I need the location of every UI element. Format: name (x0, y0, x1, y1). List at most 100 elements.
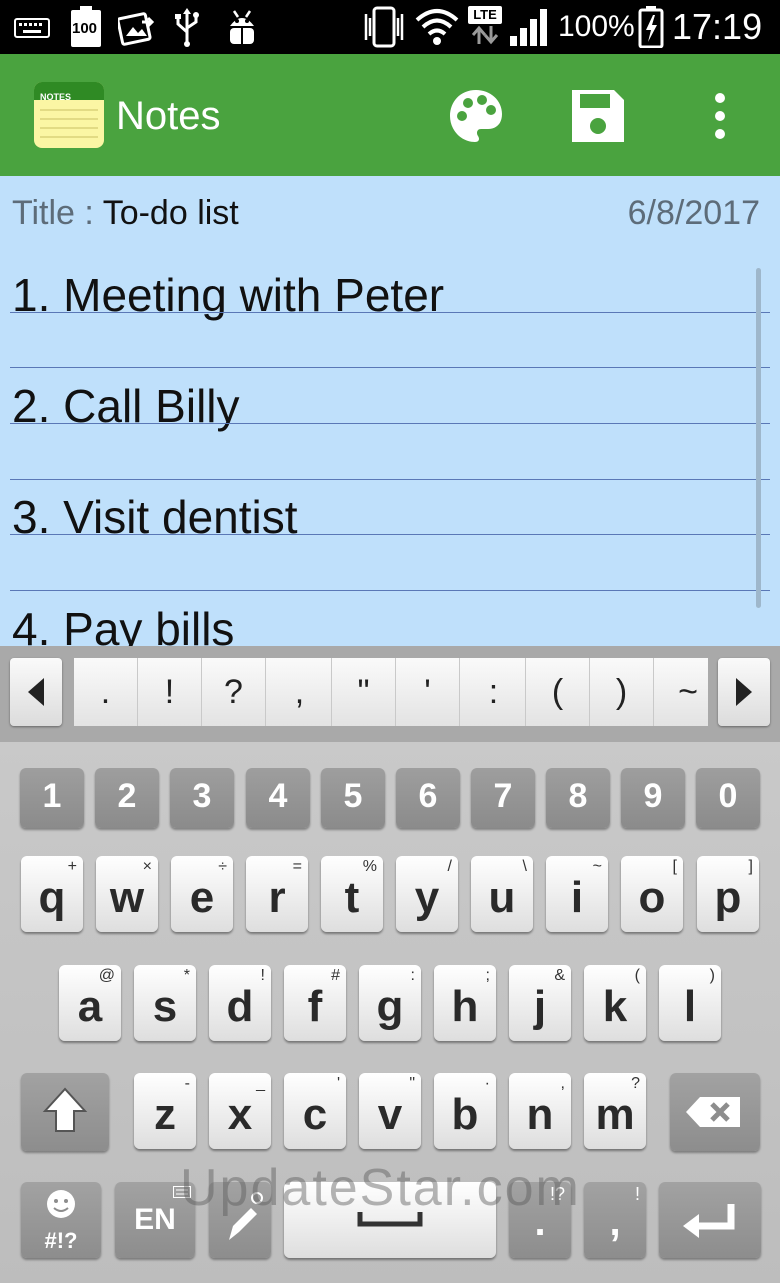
key-label: p (714, 873, 742, 922)
shift-key[interactable] (21, 1073, 109, 1151)
letter-key-h[interactable]: h; (434, 965, 496, 1041)
symbol-key[interactable]: ? (202, 658, 266, 726)
key-secondary: _ (256, 1075, 265, 1092)
number-key[interactable]: 7 (471, 768, 535, 828)
key-label: h (451, 982, 479, 1031)
letter-key-e[interactable]: e ÷ (171, 856, 233, 932)
number-key[interactable]: 9 (621, 768, 685, 828)
letter-key-o[interactable]: o[ (621, 856, 683, 932)
symbol-key[interactable]: , (268, 658, 332, 726)
palette-icon[interactable] (446, 86, 506, 146)
note-title-row[interactable]: Title : To-do list (12, 194, 239, 233)
signal-icon (510, 9, 547, 46)
letter-key-l[interactable]: l) (659, 965, 721, 1041)
letter-key-m[interactable]: m? (584, 1073, 646, 1149)
backspace-icon (686, 1097, 740, 1127)
note-title-value[interactable]: To-do list (103, 194, 239, 232)
key-label: m (595, 1090, 635, 1139)
symbol-key[interactable]: : (462, 658, 526, 726)
key-label: b (451, 1090, 479, 1139)
key-secondary: * (183, 967, 190, 984)
number-key[interactable]: 2 (95, 768, 159, 828)
key-label: e (189, 873, 215, 922)
letter-key-q[interactable]: q + (21, 856, 83, 932)
key-label: g (376, 982, 404, 1031)
number-key[interactable]: 8 (546, 768, 610, 828)
key-secondary: ~ (592, 858, 602, 875)
letter-key-b[interactable]: b · (434, 1073, 496, 1149)
save-icon[interactable] (568, 86, 628, 146)
symbol-key[interactable]: . (74, 658, 138, 726)
symbol-key[interactable]: ) (590, 658, 654, 726)
symbol-key[interactable]: ' (396, 658, 460, 726)
letter-key-r[interactable]: r = (246, 856, 308, 932)
letter-key-f[interactable]: f # (284, 965, 346, 1041)
more-options-icon[interactable] (690, 86, 750, 146)
strip-scroll-right-button[interactable] (718, 658, 770, 726)
key-secondary: ) (709, 967, 715, 984)
symbol-key[interactable]: ! (138, 658, 202, 726)
note-line[interactable]: 1. Meeting with Peter (12, 268, 444, 322)
note-scrollbar[interactable] (756, 268, 761, 608)
shift-icon (42, 1087, 88, 1132)
app-bar: NOTES Notes (0, 54, 780, 176)
backspace-key[interactable] (670, 1073, 760, 1151)
letter-key-v[interactable]: v " (359, 1073, 421, 1149)
letter-key-z[interactable]: z- (134, 1073, 196, 1149)
key-secondary: - (184, 1075, 190, 1092)
strip-scroll-left-button[interactable] (10, 658, 62, 726)
letter-key-i[interactable]: i ~ (546, 856, 608, 932)
note-editor[interactable]: Title : To-do list 6/8/2017 1. Meeting w… (0, 176, 780, 646)
key-secondary: · (484, 1075, 490, 1092)
letter-key-d[interactable]: d! (209, 965, 271, 1041)
letter-key-c[interactable]: c ' (284, 1073, 346, 1149)
letter-key-y[interactable]: y / (396, 856, 458, 932)
key-secondary: ? (631, 1075, 640, 1092)
key-label: r (268, 873, 286, 922)
symbol-key[interactable]: ( (526, 658, 590, 726)
letter-key-s[interactable]: s * (134, 965, 196, 1041)
letter-key-p[interactable]: p] (697, 856, 759, 932)
key-secondary: , (560, 1075, 565, 1092)
number-key[interactable]: 5 (321, 768, 385, 828)
symbol-key[interactable]: ~ (656, 658, 720, 726)
symbol-strip: . ! ? , " ' : ( ) ~ (0, 646, 780, 742)
letter-key-a[interactable]: a @ (59, 965, 121, 1041)
letter-key-k[interactable]: k( (584, 965, 646, 1041)
keyboard-icon (14, 18, 50, 38)
number-key[interactable]: 3 (170, 768, 234, 828)
note-line[interactable]: 4. Pay bills (12, 602, 234, 646)
app-title: Notes (116, 94, 221, 138)
letter-key-j[interactable]: j & (509, 965, 571, 1041)
letter-key-x[interactable]: x _ (209, 1073, 271, 1149)
number-key[interactable]: 1 (20, 768, 84, 828)
key-secondary: ! (260, 967, 265, 984)
battery-percent: 100% (558, 10, 635, 43)
ruled-line (10, 312, 770, 313)
number-key[interactable]: 0 (696, 768, 760, 828)
enter-key[interactable] (659, 1182, 761, 1258)
status-bar: 100 LTE 100% 17:19 (0, 0, 780, 54)
key-secondary: + (67, 858, 77, 875)
letter-key-w[interactable]: w × (96, 856, 158, 932)
battery-level-badge: 100 (72, 20, 98, 37)
comma-key[interactable]: ! , (584, 1182, 646, 1258)
letter-key-g[interactable]: g: (359, 965, 421, 1041)
key-label: u (488, 873, 516, 922)
key-secondary: : (410, 967, 415, 984)
key-label: f (307, 982, 323, 1031)
letter-key-t[interactable]: t% (321, 856, 383, 932)
key-secondary: & (554, 967, 565, 984)
notes-logo-icon[interactable] (34, 80, 104, 150)
number-key[interactable]: 6 (396, 768, 460, 828)
letter-key-u[interactable]: u \ (471, 856, 533, 932)
note-line[interactable]: 3. Visit dentist (12, 490, 298, 544)
note-line[interactable]: 2. Call Billy (12, 379, 240, 433)
number-key[interactable]: 4 (246, 768, 310, 828)
symbol-key[interactable]: " (332, 658, 396, 726)
enter-icon (683, 1204, 735, 1238)
symbols-key-label: #!? (44, 1228, 78, 1253)
symbols-key[interactable]: #!? (21, 1182, 101, 1258)
letter-key-n[interactable]: n, (509, 1073, 571, 1149)
key-secondary: ] (748, 858, 753, 875)
